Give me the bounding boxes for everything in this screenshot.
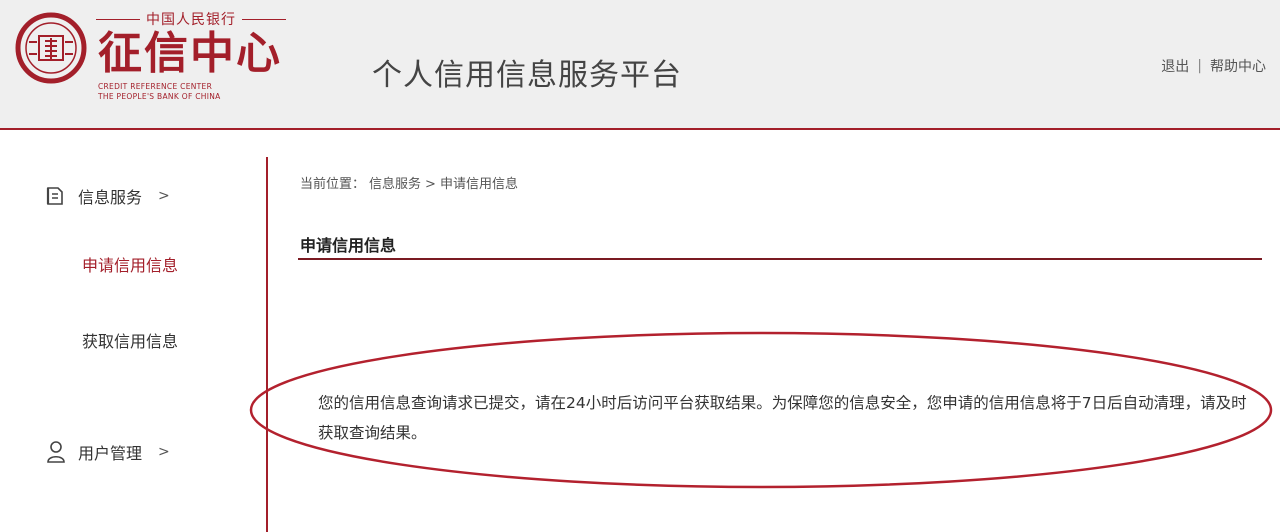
sidebar-item-info-service-label: 信息服务	[78, 188, 143, 207]
logo-center-name: 征信中心	[98, 28, 282, 79]
seal-logo-icon	[15, 12, 87, 84]
section-title: 申请信用信息	[300, 236, 397, 255]
sidebar: 信息服务 > 申请信用信息 获取信用信息 用户管理 >	[0, 130, 266, 532]
sidebar-item-get-credit-info[interactable]: 获取信用信息	[82, 328, 178, 352]
sidebar-item-apply-credit-info[interactable]: 申请信用信息	[82, 252, 178, 276]
chevron-right-icon: >	[158, 444, 170, 460]
logo-bank-name: 中国人民银行	[146, 12, 236, 28]
logout-link[interactable]: 退出	[1161, 56, 1189, 76]
sidebar-item-user-management[interactable]: 用户管理 >	[46, 440, 170, 464]
logo-english: CREDIT REFERENCE CENTER THE PEOPLE'S BAN…	[98, 82, 288, 102]
logo-top-text: 中国人民银行	[96, 8, 286, 30]
logo-english-line2: THE PEOPLE'S BANK OF CHINA	[98, 92, 221, 101]
document-icon	[46, 187, 63, 205]
link-separator: |	[1197, 58, 1202, 74]
page-header: 中国人民银行 征信中心 CREDIT REFERENCE CENTER THE …	[0, 0, 1280, 130]
sidebar-item-user-management-label: 用户管理	[78, 444, 143, 463]
breadcrumb-separator: >	[425, 177, 436, 192]
help-center-link[interactable]: 帮助中心	[1210, 56, 1266, 76]
chevron-right-icon: >	[158, 188, 170, 204]
breadcrumb-current: 申请信用信息	[439, 177, 518, 192]
breadcrumb-info-service[interactable]: 信息服务	[369, 177, 421, 192]
site-title: 个人信用信息服务平台	[372, 58, 682, 93]
submission-notice: 您的信用信息查询请求已提交，请在24小时后访问平台获取结果。为保障您的信息安全，…	[318, 394, 1247, 442]
breadcrumb: 当前位置： 信息服务 > 申请信用信息	[300, 173, 522, 192]
breadcrumb-prefix: 当前位置：	[300, 177, 366, 192]
sidebar-item-info-service[interactable]: 信息服务 >	[44, 184, 170, 208]
top-links: 退出 | 帮助中心	[1161, 56, 1266, 76]
logo-english-line1: CREDIT REFERENCE CENTER	[98, 82, 213, 91]
user-icon	[47, 441, 65, 463]
section-divider	[298, 258, 1262, 260]
